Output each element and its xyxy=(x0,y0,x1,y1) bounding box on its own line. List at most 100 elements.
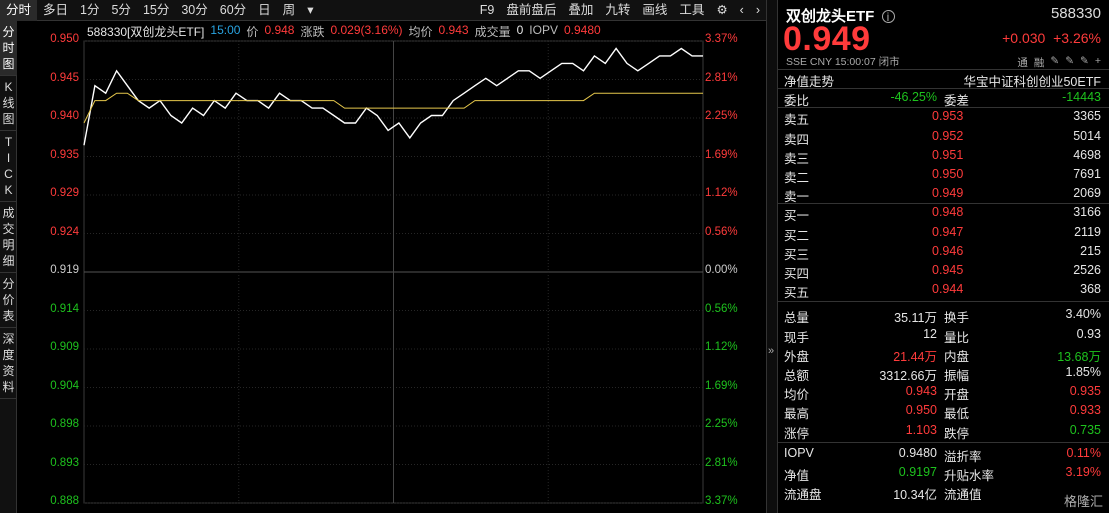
toolbar-tool-5[interactable]: 工具 xyxy=(673,0,710,21)
tag-icon-2[interactable]: ✎ xyxy=(1050,55,1059,70)
chart-change: 0.029(3.16%) xyxy=(330,23,403,37)
tag-icon-3[interactable]: ✎ xyxy=(1065,55,1074,70)
period-tab-5[interactable]: 30分 xyxy=(175,0,213,21)
y-tick-left: 0.950 xyxy=(50,33,79,45)
ask-label: 卖五 xyxy=(784,113,810,128)
chart-iopv: 0.9480 xyxy=(563,23,601,37)
bid-row[interactable]: 买五 0.944 368 xyxy=(778,281,1109,300)
stat-value: 0.9480 xyxy=(898,445,937,460)
stat-label: 现手 xyxy=(784,330,810,345)
y-tick-left: 0.898 xyxy=(50,418,79,430)
bid-row[interactable]: 买四 0.945 2526 xyxy=(778,262,1109,281)
chart-canvas xyxy=(83,40,704,504)
toolbar-tool-6[interactable]: ⚙ xyxy=(710,0,733,21)
stat-value: 0.735 xyxy=(1069,422,1101,437)
y-tick-left: 0.919 xyxy=(50,264,79,276)
period-tab-9[interactable]: ▾ xyxy=(301,0,319,21)
chart-time: 15:00 xyxy=(210,23,241,37)
toolbar-tool-1[interactable]: 盘前盘后 xyxy=(500,0,562,21)
bid-volume: 3166 xyxy=(1073,205,1101,220)
stat-value: 10.34亿 xyxy=(893,488,937,503)
bid-row[interactable]: 买三 0.946 215 xyxy=(778,243,1109,262)
watermark-logo: 格隆汇 xyxy=(1063,494,1103,509)
period-tab-1[interactable]: 多日 xyxy=(37,0,74,21)
bid-price: 0.948 xyxy=(932,205,964,220)
toolbar-tool-8[interactable]: › xyxy=(750,0,766,21)
expand-arrow-icon[interactable]: » xyxy=(768,345,774,357)
y-tick-left: 0.935 xyxy=(50,148,79,161)
nav-row[interactable]: 净值走势 华宝中证科创创业50ETF xyxy=(778,70,1109,89)
ask-row[interactable]: 卖一 0.949 2069 xyxy=(778,185,1109,204)
bid-label: 买三 xyxy=(784,247,810,262)
bid-row[interactable]: 买二 0.947 2119 xyxy=(778,224,1109,243)
ask-row[interactable]: 卖二 0.950 7691 xyxy=(778,166,1109,185)
chart-header: 588330[双创龙头ETF] 15:00 价 0.948 涨跌 0.029(3… xyxy=(87,23,601,40)
stat-label: 涨停 xyxy=(784,426,810,441)
y-tick-right: 0.56% xyxy=(705,302,738,315)
ask-volume: 3365 xyxy=(1073,109,1101,124)
stat-label: 流通值 xyxy=(944,488,982,503)
stat-label: 量比 xyxy=(944,330,970,345)
y-tick-left: 0.914 xyxy=(50,302,79,315)
stat-label: 升贴水率 xyxy=(944,469,995,483)
side-tab-2[interactable]: T I C K xyxy=(0,131,17,202)
ask-row[interactable]: 卖四 0.952 5014 xyxy=(778,128,1109,147)
chart-vol: 0 xyxy=(516,23,524,37)
stat-label: 内盘 xyxy=(944,349,970,364)
stat-value: 0.93 xyxy=(1076,326,1101,341)
period-tab-4[interactable]: 15分 xyxy=(137,0,175,21)
stats-row: 总额 3312.66万 振幅 1.85% xyxy=(778,364,1109,383)
toolbar-tool-2[interactable]: 叠加 xyxy=(562,0,599,21)
y-tick-right: 2.81% xyxy=(705,456,738,469)
y-tick-right: 2.81% xyxy=(705,71,738,84)
toolbar-tool-3[interactable]: 九转 xyxy=(599,0,636,21)
stat-value: 0.950 xyxy=(905,403,937,418)
tag-icons: 通融 ✎ ✎ ✎ + xyxy=(1017,55,1101,70)
weibi-label: 委比 xyxy=(784,94,810,109)
chart-code-name: 588330[双创龙头ETF] xyxy=(87,25,205,39)
ask-price: 0.949 xyxy=(932,186,964,201)
side-tab-3[interactable]: 成 交 明 细 xyxy=(0,202,17,273)
ask-price: 0.951 xyxy=(932,147,964,162)
bid-label: 买一 xyxy=(784,209,810,224)
stat-value: 12 xyxy=(923,326,937,341)
period-tab-2[interactable]: 1分 xyxy=(74,0,105,21)
stat-value: 0.935 xyxy=(1069,384,1101,399)
period-tab-3[interactable]: 5分 xyxy=(105,0,136,21)
period-tab-0[interactable]: 分时 xyxy=(0,0,38,21)
side-tab-4[interactable]: 分 价 表 xyxy=(0,273,17,328)
stats-row: 现手 12 量比 0.93 xyxy=(778,326,1109,345)
quote-panel: 双创龙头ETF i 588330 0.949 +0.030 +3.26% SSE… xyxy=(778,0,1109,513)
toolbar-tool-0[interactable]: F9 xyxy=(474,0,501,21)
change-abs: +0.030 xyxy=(1002,30,1046,46)
toolbar-tool-7[interactable]: ‹ xyxy=(734,0,750,21)
side-tab-1[interactable]: K 线 图 xyxy=(0,76,17,131)
tag-icon-0: 通 xyxy=(1017,57,1028,69)
ask-row[interactable]: 卖五 0.953 3365 xyxy=(778,108,1109,127)
bid-label: 买五 xyxy=(784,286,810,301)
y-tick-right: 2.25% xyxy=(705,418,738,430)
period-tab-8[interactable]: 周 xyxy=(277,0,302,21)
tag-icon-5[interactable]: + xyxy=(1095,55,1101,70)
tag-icon-4[interactable]: ✎ xyxy=(1080,55,1089,70)
y-tick-right: 1.12% xyxy=(705,187,738,199)
stat-value: 1.103 xyxy=(905,422,937,437)
period-tab-6[interactable]: 60分 xyxy=(214,0,252,21)
bid-volume: 368 xyxy=(1080,282,1101,297)
bid-row[interactable]: 买一 0.948 3166 xyxy=(778,204,1109,223)
side-tab-0[interactable]: 分 时 图 xyxy=(0,21,17,76)
side-tab-5[interactable]: 深 度 资 料 xyxy=(0,328,17,399)
period-tab-7[interactable]: 日 xyxy=(252,0,277,21)
toolbar-tool-4[interactable]: 画线 xyxy=(636,0,673,21)
intraday-chart[interactable]: 588330[双创龙头ETF] 15:00 价 0.948 涨跌 0.029(3… xyxy=(17,21,766,513)
ask-row[interactable]: 卖三 0.951 4698 xyxy=(778,147,1109,166)
ask-price: 0.952 xyxy=(932,128,964,143)
stat-value: 3.40% xyxy=(1065,307,1101,322)
bid-price: 0.946 xyxy=(932,243,964,258)
panel-splitter[interactable]: » xyxy=(766,0,778,513)
vertical-tabs: 分 时 图K 线 图T I C K成 交 明 细分 价 表深 度 资 料 xyxy=(0,21,17,513)
stat-value: 3312.66万 xyxy=(879,369,937,383)
info-icon[interactable]: i xyxy=(881,10,895,23)
weibi-row: 委比 -46.25% 委差 -14443 xyxy=(778,89,1109,108)
bid-price: 0.945 xyxy=(932,263,964,277)
